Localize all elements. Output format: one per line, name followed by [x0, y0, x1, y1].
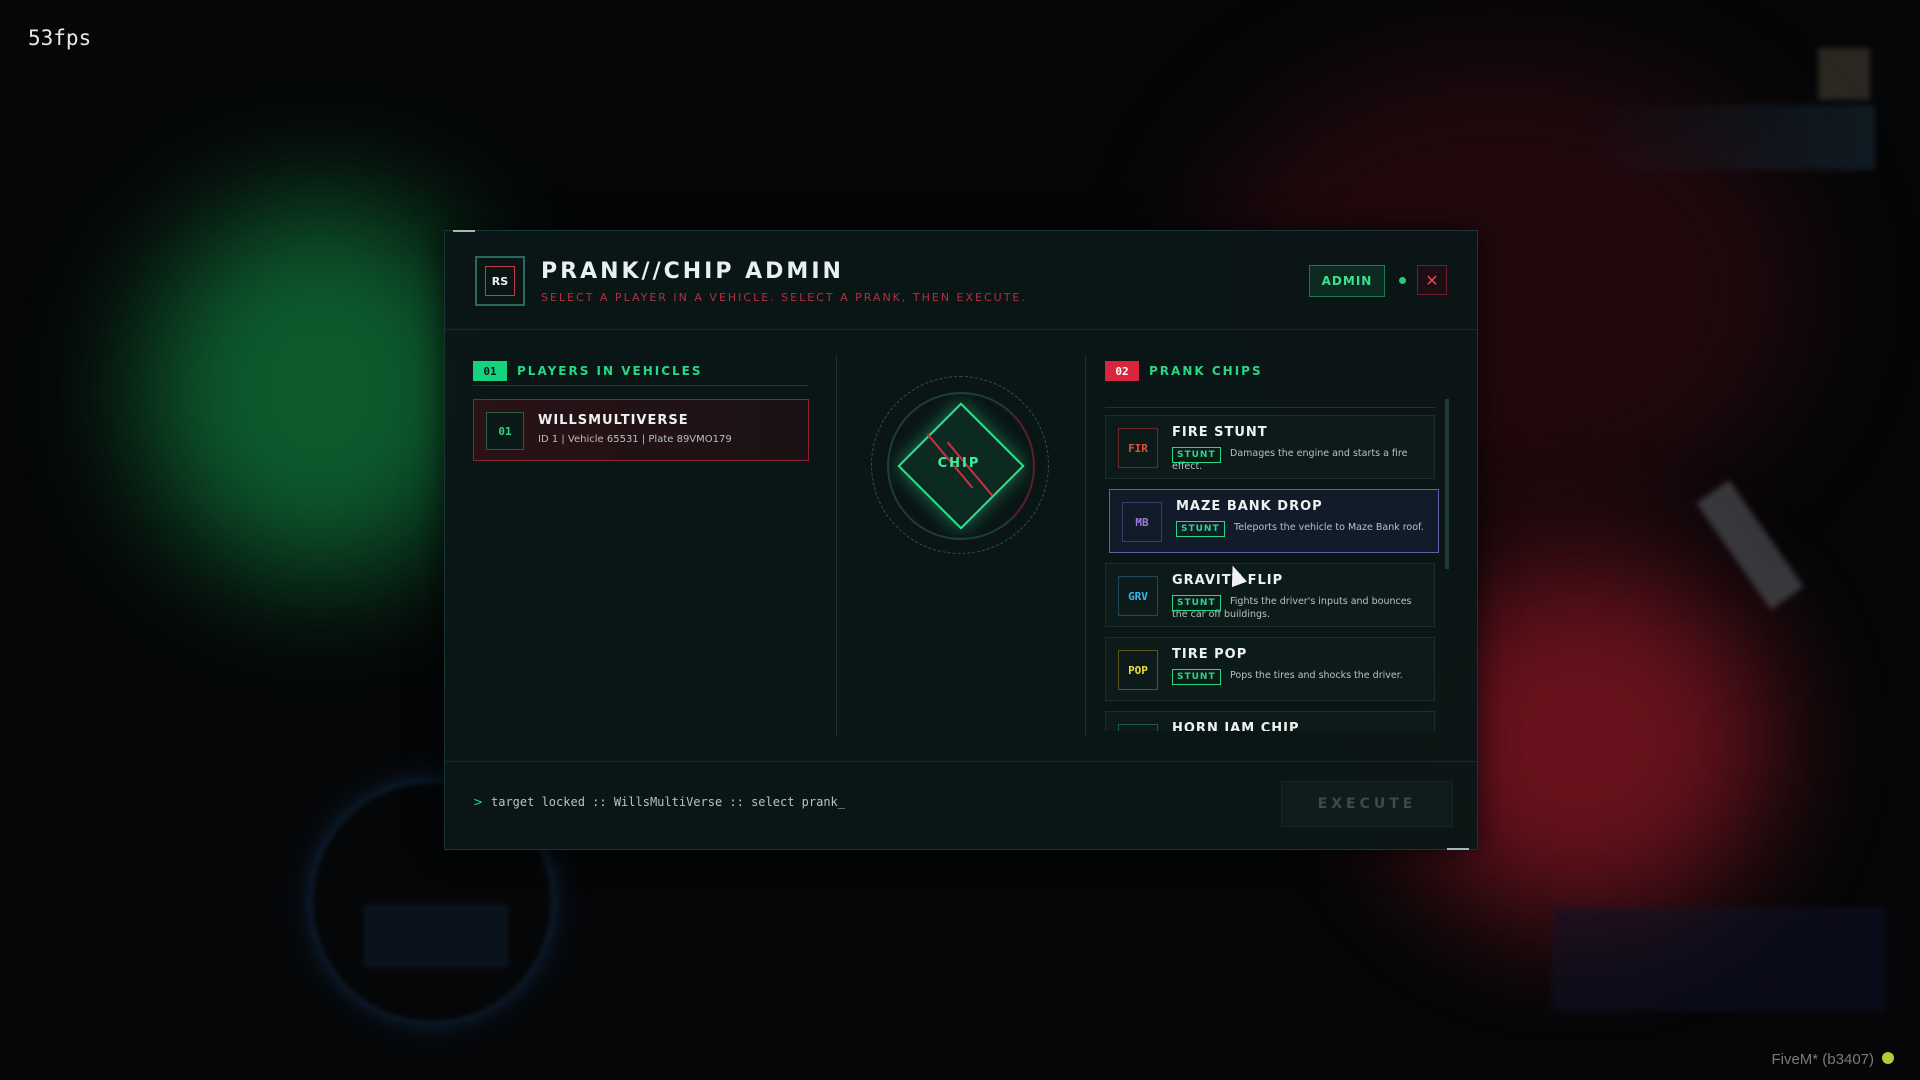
prank-list-scrollbar[interactable] — [1445, 399, 1449, 569]
fivem-icon — [1882, 1052, 1894, 1064]
hud-avatar — [1818, 48, 1870, 100]
console-prompt: > — [473, 795, 484, 809]
footer-divider — [445, 761, 1477, 762]
prank-item-horn-jam-chip[interactable]: HORN JAM CHIP — [1105, 711, 1435, 731]
execute-button[interactable]: EXECUTE — [1281, 781, 1453, 827]
players-section-title: PLAYERS IN VEHICLES — [517, 364, 703, 378]
corner-accent — [1447, 848, 1469, 850]
prank-name: HORN JAM CHIP — [1172, 721, 1300, 731]
hud-notification — [1553, 908, 1885, 1010]
prank-item-gravity-flip[interactable]: GRV GRAVITY FLIP Fights the driver's inp… — [1105, 563, 1435, 627]
logo-text: RS — [485, 266, 515, 296]
column-divider — [836, 356, 837, 736]
console-status-text: target locked :: WillsMultiVerse :: sele… — [491, 795, 846, 809]
section-divider — [473, 385, 809, 386]
player-name: WILLSMULTIVERSE — [538, 413, 689, 428]
panel-header: RS PRANK//CHIP ADMIN SELECT A PLAYER IN … — [445, 231, 1477, 330]
prank-code-icon: POP — [1118, 650, 1158, 690]
prank-list[interactable]: FIR FIRE STUNT Damages the engine and st… — [1105, 411, 1441, 731]
prank-name: FIRE STUNT — [1172, 425, 1268, 440]
hud-gear-boxes — [365, 905, 507, 967]
pranks-section-number: 02 — [1105, 361, 1139, 381]
prank-tag: STUNT — [1176, 521, 1225, 537]
prank-item-fire-stunt[interactable]: FIR FIRE STUNT Damages the engine and st… — [1105, 415, 1435, 479]
prank-code-icon — [1118, 724, 1158, 731]
prank-tag: STUNT — [1172, 447, 1221, 463]
admin-badge: ADMIN — [1309, 265, 1385, 297]
players-section-number: 01 — [473, 361, 507, 381]
hud-money-display — [1585, 105, 1875, 170]
column-divider — [1085, 356, 1086, 736]
prank-item-tire-pop[interactable]: POP TIRE POP Pops the tires and shocks t… — [1105, 637, 1435, 701]
prank-tag: STUNT — [1172, 595, 1221, 611]
panel-title: PRANK//CHIP ADMIN — [541, 259, 844, 284]
prank-name: TIRE POP — [1172, 647, 1248, 662]
online-status-icon — [1399, 277, 1406, 284]
chip-label: CHIP — [937, 456, 981, 471]
pranks-section-title: PRANK CHIPS — [1149, 364, 1263, 378]
section-divider — [1105, 407, 1435, 408]
prank-admin-panel: RS PRANK//CHIP ADMIN SELECT A PLAYER IN … — [444, 230, 1478, 850]
prank-tag: STUNT — [1172, 669, 1221, 685]
prank-code-icon: FIR — [1118, 428, 1158, 468]
logo: RS — [475, 256, 525, 306]
panel-subtitle: SELECT A PLAYER IN A VEHICLE. SELECT A P… — [541, 291, 1027, 304]
chip-visual: CHIP — [871, 376, 1051, 556]
player-number: 01 — [486, 412, 524, 450]
prank-item-maze-bank-drop[interactable]: MB MAZE BANK DROP Teleports the vehicle … — [1109, 489, 1439, 553]
fps-counter: 53fps — [28, 26, 92, 50]
prank-name: MAZE BANK DROP — [1176, 499, 1323, 514]
player-item[interactable]: 01 WILLSMULTIVERSE ID 1 | Vehicle 65531 … — [473, 399, 809, 461]
fivem-build-label: FiveM* (b3407) — [1771, 1051, 1874, 1068]
prank-code-icon: MB — [1122, 502, 1162, 542]
close-button[interactable]: ✕ — [1417, 265, 1447, 295]
hud-weapon-icon — [1696, 480, 1804, 610]
prank-code-icon: GRV — [1118, 576, 1158, 616]
player-meta: ID 1 | Vehicle 65531 | Plate 89VMO179 — [538, 434, 732, 445]
